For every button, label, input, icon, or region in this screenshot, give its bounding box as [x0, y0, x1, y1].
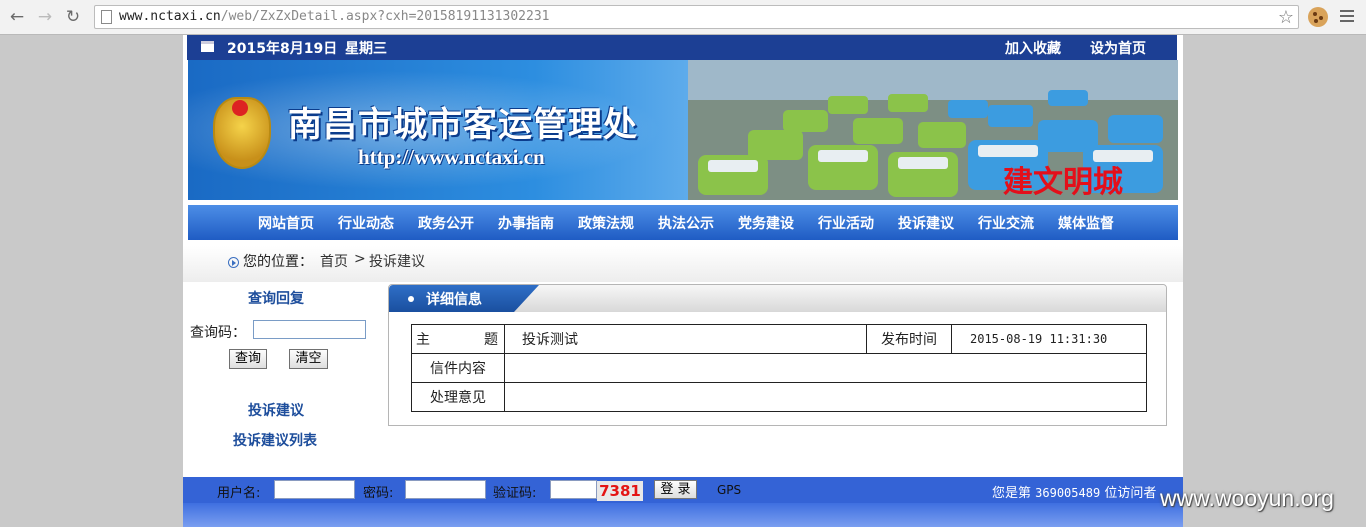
nav-media[interactable]: 媒体监督 — [1058, 213, 1114, 233]
visitor-counter: 您是第 369005489 位访问者 — [992, 486, 1157, 501]
query-code-label: 查询码： — [190, 325, 246, 341]
detail-table: 主题 投诉测试 发布时间 2015-08-19 11:31:30 信件内容 处理… — [411, 324, 1147, 412]
table-row: 信件内容 — [411, 353, 1147, 383]
nav-activities[interactable]: 行业活动 — [818, 213, 874, 233]
table-row: 主题 投诉测试 发布时间 2015-08-19 11:31:30 — [411, 324, 1147, 354]
captcha-label: 验证码: — [493, 486, 537, 501]
bookmark-star-icon[interactable]: ☆ — [1278, 7, 1294, 28]
nav-service-guide[interactable]: 办事指南 — [498, 213, 554, 233]
reload-icon[interactable]: ↻ — [62, 6, 84, 28]
set-homepage-link[interactable]: 设为首页 — [1090, 38, 1146, 58]
table-row: 处理意见 — [411, 382, 1147, 412]
breadcrumb-current: 投诉建议 — [369, 254, 425, 270]
content-value — [504, 353, 1147, 383]
subject-value: 投诉测试 — [504, 324, 867, 354]
login-bar: 用户名: 密码: 验证码: 7381 登 录 GPS 您是第 369005489… — [183, 477, 1183, 503]
browser-menu-icon[interactable] — [1340, 10, 1354, 25]
nav-government-affairs[interactable]: 政务公开 — [418, 213, 474, 233]
browser-toolbar: ← → ↻ www.nctaxi.cn/web/ZxZxDetail.aspx?… — [0, 0, 1366, 35]
cookie-extension-icon[interactable] — [1308, 7, 1328, 27]
breadcrumb-separator: > — [354, 251, 366, 267]
content-label: 信件内容 — [411, 353, 505, 383]
query-code-input[interactable] — [253, 320, 366, 339]
breadcrumb: 您的位置： 首页 > 投诉建议 — [183, 246, 1183, 282]
nav-complaints[interactable]: 投诉建议 — [898, 213, 954, 233]
slogan-text: 建文明城 — [1003, 165, 1123, 200]
nav-home[interactable]: 网站首页 — [258, 213, 314, 233]
nav-industry-news[interactable]: 行业动态 — [338, 213, 394, 233]
nav-policies[interactable]: 政策法规 — [578, 213, 634, 233]
detail-title: 详细信息 — [426, 292, 482, 308]
site-name: 南昌市城市客运管理处 — [288, 105, 638, 145]
publish-time-label: 发布时间 — [866, 324, 952, 354]
reply-label: 处理意见 — [411, 382, 505, 412]
complaint-list-link[interactable]: 投诉建议列表 — [233, 430, 317, 450]
password-input[interactable] — [405, 480, 486, 499]
page-icon — [101, 10, 112, 24]
query-reply-title: 查询回复 — [248, 291, 304, 307]
emblem-star-icon — [232, 100, 248, 116]
subject-label: 主题 — [411, 324, 505, 354]
top-bar: 2015年8月19日 星期三 加入收藏 设为首页 — [187, 35, 1177, 60]
clear-button[interactable]: 清空 — [289, 349, 328, 369]
nav-party-building[interactable]: 党务建设 — [738, 213, 794, 233]
username-label: 用户名: — [217, 486, 261, 501]
username-input[interactable] — [274, 480, 355, 499]
gps-link[interactable]: GPS — [717, 483, 741, 497]
main-navigation: 网站首页 行业动态 政务公开 办事指南 政策法规 执法公示 党务建设 行业活动 … — [188, 205, 1178, 240]
publish-time-value: 2015-08-19 11:31:30 — [951, 324, 1147, 354]
bullet-icon — [408, 296, 414, 302]
captcha-image[interactable]: 7381 — [597, 481, 643, 501]
site-banner: 南昌市城市客运管理处 http://www.nctaxi.cn 建文明城 — [188, 60, 1178, 200]
captcha-input[interactable] — [550, 480, 597, 499]
address-bar[interactable]: www.nctaxi.cn/web/ZxZxDetail.aspx?cxh=20… — [94, 5, 1299, 29]
login-button[interactable]: 登 录 — [654, 480, 697, 499]
url-text[interactable]: www.nctaxi.cn/web/ZxZxDetail.aspx?cxh=20… — [119, 9, 549, 24]
current-weekday: 星期三 — [345, 41, 387, 57]
site-url: http://www.nctaxi.cn — [358, 145, 545, 169]
reply-value — [504, 382, 1147, 412]
nav-enforcement[interactable]: 执法公示 — [658, 213, 714, 233]
detail-panel: 详细信息 主题 投诉测试 发布时间 2015-08-19 11:31:30 信件… — [388, 284, 1167, 426]
breadcrumb-label: 您的位置： — [243, 254, 313, 270]
web-page: 2015年8月19日 星期三 加入收藏 设为首页 南昌市城市客运管理处 http… — [183, 35, 1183, 527]
search-button[interactable]: 查询 — [229, 349, 267, 369]
complaint-link[interactable]: 投诉建议 — [248, 400, 304, 420]
forward-icon[interactable]: → — [34, 6, 56, 28]
footer-strip — [183, 503, 1183, 527]
password-label: 密码: — [363, 486, 394, 501]
back-icon[interactable]: ← — [6, 6, 28, 28]
nav-exchange[interactable]: 行业交流 — [978, 213, 1034, 233]
visitor-count: 369005489 — [1035, 486, 1101, 500]
calendar-icon — [201, 41, 214, 52]
add-favorite-link[interactable]: 加入收藏 — [1005, 38, 1061, 58]
breadcrumb-home-link[interactable]: 首页 — [320, 251, 348, 271]
current-date: 2015年8月19日 — [227, 41, 338, 57]
location-arrow-icon — [228, 257, 239, 268]
watermark: www.wooyun.org — [1160, 485, 1334, 511]
